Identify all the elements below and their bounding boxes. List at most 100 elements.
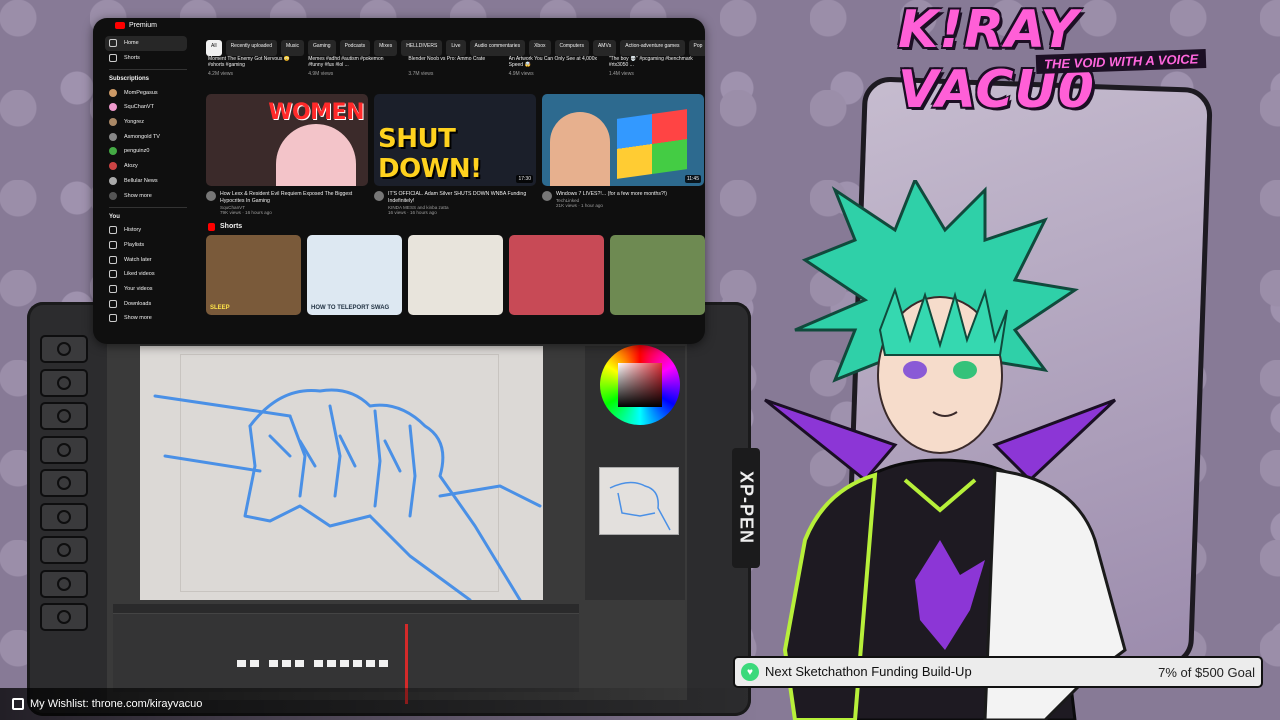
- short-item[interactable]: Blender Noob vs Pro: Ammo Crate 3.7M view…: [408, 56, 498, 94]
- sidebar-item-you[interactable]: Liked videos: [109, 267, 187, 282]
- short-item[interactable]: "The boy 💀" #pcgaming #benchmark #rtx305…: [609, 56, 699, 94]
- video-card[interactable]: SHUT DOWN! 17:30 IT'S OFFICIAL. Adam Silve…: [374, 94, 536, 215]
- short-thumbnail[interactable]: HOW TO TELEPORT SWAG: [307, 234, 402, 315]
- short-views: 4.9M views: [508, 71, 534, 77]
- key-circle-icon: [57, 476, 71, 490]
- video-duration: 17:30: [516, 175, 533, 183]
- timeline-frame-cell[interactable]: [379, 660, 388, 667]
- short-title[interactable]: An Artwork You Can Only See at 4,000x Sp…: [509, 56, 599, 69]
- filter-chip[interactable]: Computers: [554, 40, 589, 56]
- timeline-frame-cell[interactable]: [295, 660, 304, 667]
- timeline-frame-cell[interactable]: [327, 660, 336, 667]
- tablet-express-key[interactable]: [40, 435, 88, 464]
- filter-chip[interactable]: Podcasts: [339, 40, 371, 56]
- tablet-express-key[interactable]: [40, 603, 88, 631]
- filter-chip[interactable]: Mixes: [374, 40, 398, 56]
- timeline-frame-cell[interactable]: [353, 660, 362, 667]
- filter-chip[interactable]: All: [206, 40, 222, 56]
- filter-chip[interactable]: Live: [446, 40, 466, 56]
- gift-icon: [12, 698, 24, 710]
- timeline-frames[interactable]: [237, 660, 388, 667]
- short-views: 4.2M views: [208, 71, 234, 77]
- youtube-logo-text[interactable]: Premium: [129, 22, 157, 29]
- shorts-header: Shorts: [208, 222, 705, 231]
- timeline-ruler[interactable]: [113, 604, 579, 614]
- color-picker-square[interactable]: [618, 363, 662, 407]
- filter-chip[interactable]: Audio commentaries: [469, 40, 526, 56]
- drawing-canvas[interactable]: [140, 346, 543, 600]
- video-title[interactable]: How Lexx & Resident Evil Requiem Exposed…: [220, 191, 368, 205]
- subscription-item[interactable]: MomPegasus: [109, 85, 187, 100]
- filter-chip[interactable]: Music: [280, 40, 305, 56]
- sidebar-item-you[interactable]: Playlists: [109, 238, 187, 253]
- timeline-frame-cell[interactable]: [237, 660, 246, 667]
- tablet-express-key[interactable]: [40, 335, 88, 363]
- video-thumbnail[interactable]: SHUT DOWN! 17:30: [374, 94, 536, 186]
- channel-avatar[interactable]: [206, 191, 216, 201]
- video-card[interactable]: 11:45 Windows 7 LIVES?!... (for a few mor…: [542, 94, 704, 215]
- filter-chip[interactable]: Gaming: [308, 40, 336, 56]
- sidebar-item-you[interactable]: Downloads: [109, 296, 187, 311]
- short-thumbnail[interactable]: [509, 234, 604, 315]
- menu-item-icon: [109, 299, 117, 308]
- tablet-express-key[interactable]: [40, 402, 88, 430]
- short-title[interactable]: "The boy 💀" #pcgaming #benchmark #rtx305…: [609, 56, 699, 69]
- filter-chip[interactable]: HELLDIVERS: [401, 40, 443, 56]
- filter-chip[interactable]: Xbox: [529, 40, 551, 56]
- filter-chip[interactable]: Action-adventure games: [620, 40, 685, 56]
- animation-timeline[interactable]: [113, 604, 579, 704]
- filter-chip[interactable]: AMVs: [592, 40, 617, 56]
- navigator-preview: [599, 467, 679, 535]
- tablet-express-key[interactable]: [40, 502, 88, 531]
- video-thumbnail[interactable]: WOMEN: [206, 94, 368, 186]
- video-thumbnail[interactable]: 11:45: [542, 94, 704, 186]
- short-title[interactable]: Memes #adhd #autism #pokemon #funny #fus…: [308, 56, 398, 69]
- subscription-item[interactable]: Bellular News: [109, 174, 187, 189]
- short-title[interactable]: Moment The Enemy Got Nervous 😳 #shorts #…: [208, 56, 298, 69]
- tablet-express-key[interactable]: [40, 569, 88, 598]
- video-title[interactable]: IT'S OFFICIAL. Adam Silver SHUTS DOWN WN…: [388, 191, 536, 205]
- timeline-frame-cell[interactable]: [282, 660, 291, 667]
- short-thumbnail[interactable]: SLEEP: [206, 234, 301, 315]
- timeline-frame-cell[interactable]: [250, 660, 259, 667]
- video-text: How Lexx & Resident Evil Requiem Exposed…: [220, 191, 368, 215]
- filter-chip[interactable]: Recently uploaded: [225, 40, 277, 56]
- short-item[interactable]: An Artwork You Can Only See at 4,000x Sp…: [509, 56, 599, 94]
- sidebar-item-label: Show more: [124, 315, 152, 322]
- youtube-logo-icon[interactable]: [115, 21, 125, 29]
- subscription-item[interactable]: Asmongold TV: [109, 129, 187, 144]
- timeline-frame-cell[interactable]: [366, 660, 375, 667]
- timeline-frame-cell[interactable]: [340, 660, 349, 667]
- short-item[interactable]: Moment The Enemy Got Nervous 😳 #shorts #…: [208, 56, 298, 94]
- sidebar-item-you[interactable]: Your videos: [109, 282, 187, 297]
- subscription-item[interactable]: Show more: [109, 188, 187, 203]
- subscription-item[interactable]: penguinz0: [109, 144, 187, 159]
- color-wheel[interactable]: [600, 345, 680, 425]
- sidebar-item-you[interactable]: Watch later: [109, 252, 187, 267]
- sidebar-item-shorts[interactable]: Shorts: [109, 51, 187, 66]
- channel-avatar[interactable]: [542, 191, 552, 201]
- short-views: 3.7M views: [408, 71, 434, 77]
- channel-avatar[interactable]: [374, 191, 384, 201]
- subscription-item[interactable]: Atozy: [109, 159, 187, 174]
- tablet-express-key[interactable]: [40, 536, 88, 564]
- filter-chip[interactable]: Pop: [688, 40, 705, 56]
- short-item[interactable]: Memes #adhd #autism #pokemon #funny #fus…: [308, 56, 398, 94]
- short-title[interactable]: Blender Noob vs Pro: Ammo Crate: [408, 56, 498, 69]
- channel-avatar: [109, 88, 117, 97]
- timeline-frame-cell[interactable]: [269, 660, 278, 667]
- subscription-item[interactable]: Yongrez: [109, 115, 187, 130]
- sidebar-item-home[interactable]: Home: [105, 36, 187, 51]
- tablet-express-key[interactable]: [40, 469, 88, 497]
- channel-avatar: [109, 176, 117, 185]
- timeline-frame-cell[interactable]: [314, 660, 323, 667]
- video-title[interactable]: Windows 7 LIVES?!... (for a few more mon…: [556, 191, 667, 198]
- video-card[interactable]: WOMEN How Lexx & Resident Evil Requiem Ex…: [206, 94, 368, 215]
- channel-avatar: [109, 162, 117, 171]
- short-thumbnail[interactable]: [610, 234, 705, 315]
- tablet-express-key[interactable]: [40, 368, 88, 397]
- subscription-item[interactable]: SquChanVT: [109, 100, 187, 115]
- sidebar-item-you[interactable]: History: [109, 223, 187, 238]
- short-thumbnail[interactable]: [408, 234, 503, 315]
- sidebar-item-you[interactable]: Show more: [109, 311, 187, 326]
